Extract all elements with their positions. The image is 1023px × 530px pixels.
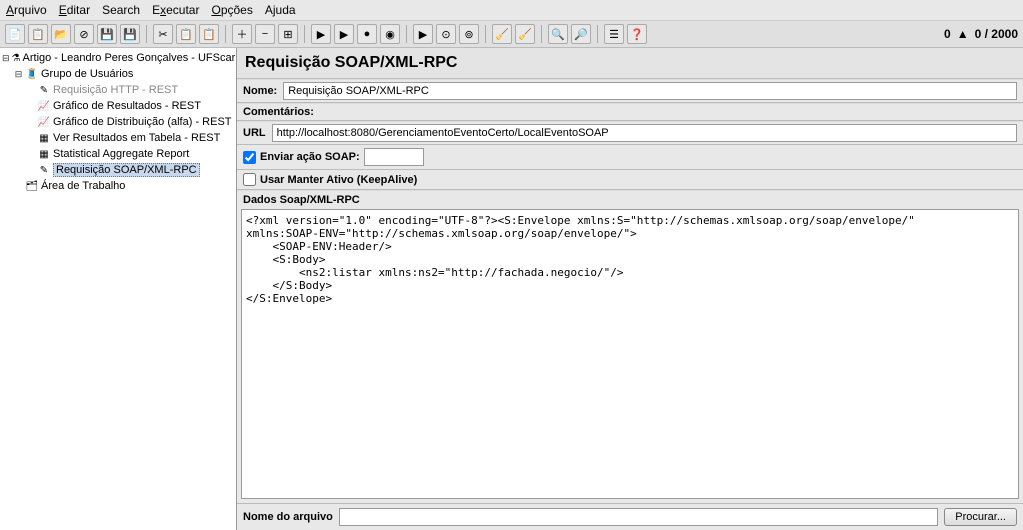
graph-icon: 📈 bbox=[37, 99, 51, 113]
enviar-soap-checkbox[interactable] bbox=[243, 151, 256, 164]
nome-label: Nome: bbox=[243, 85, 277, 97]
tree-panel: ⊟ ⚗ Artigo - Leandro Peres Gonçalves - U… bbox=[0, 48, 237, 530]
tree-grupo[interactable]: ⊟ 🧵 Grupo de Usuários bbox=[2, 66, 234, 82]
menu-search[interactable]: Search bbox=[102, 3, 140, 17]
help-icon[interactable]: ❓ bbox=[627, 24, 647, 44]
collapse-icon[interactable]: − bbox=[255, 24, 275, 44]
remote-stop-icon[interactable]: ⊙ bbox=[436, 24, 456, 44]
start-notimers-icon[interactable]: ▶ bbox=[334, 24, 354, 44]
nome-input[interactable] bbox=[283, 82, 1017, 100]
url-input[interactable] bbox=[272, 124, 1017, 142]
nome-arquivo-input[interactable] bbox=[339, 508, 938, 526]
tree-ver-res[interactable]: · ▦ Ver Resultados em Tabela - REST bbox=[2, 130, 234, 146]
tree-grafico-res[interactable]: · 📈 Gráfico de Resultados - REST bbox=[2, 98, 234, 114]
tree-req-http[interactable]: · ✎ Requisição HTTP - REST bbox=[2, 82, 234, 98]
expand-icon[interactable]: ＋ bbox=[232, 24, 252, 44]
graph-icon: 📈 bbox=[37, 115, 51, 129]
menu-ajuda[interactable]: Ajuda bbox=[265, 3, 296, 17]
toolbar: 📄 📋 📂 ⊘ 💾 💾 ✂ 📋 📋 ＋ − ⊞ ▶ ▶ ● ◉ ▶ ⊙ ⊚ 🧹 … bbox=[0, 20, 1023, 48]
xml-textarea[interactable] bbox=[241, 209, 1019, 499]
soap-action-input[interactable] bbox=[364, 148, 424, 166]
tree-toggle-icon[interactable]: ⊟ bbox=[2, 54, 10, 63]
new-icon[interactable]: 📄 bbox=[5, 24, 25, 44]
remote-start-icon[interactable]: ▶ bbox=[413, 24, 433, 44]
flask-icon: ⚗ bbox=[12, 51, 21, 65]
remote-shutdown-icon[interactable]: ⊚ bbox=[459, 24, 479, 44]
dados-label: Dados Soap/XML-RPC bbox=[237, 190, 1023, 209]
tree-toggle-icon[interactable]: ⊟ bbox=[14, 70, 23, 79]
clear-icon[interactable]: 🧹 bbox=[492, 24, 512, 44]
content-panel: Requisição SOAP/XML-RPC Nome: Comentário… bbox=[237, 48, 1023, 530]
stop-icon[interactable]: ● bbox=[357, 24, 377, 44]
open-icon[interactable]: 📂 bbox=[51, 24, 71, 44]
menu-arquivo[interactable]: Arquivo bbox=[6, 3, 47, 17]
start-icon[interactable]: ▶ bbox=[311, 24, 331, 44]
panel-title: Requisição SOAP/XML-RPC bbox=[237, 48, 1023, 79]
clear-all-icon[interactable]: 🧹 bbox=[515, 24, 535, 44]
search-icon[interactable]: 🔍 bbox=[548, 24, 568, 44]
tree-grafico-dist[interactable]: · 📈 Gráfico de Distribuição (alfa) - RES… bbox=[2, 114, 234, 130]
close-icon[interactable]: ⊘ bbox=[74, 24, 94, 44]
keepalive-checkbox[interactable] bbox=[243, 173, 256, 186]
thread-counter: 0 / 2000 bbox=[975, 27, 1018, 41]
toolbar-status: 0 ▲ 0 / 2000 bbox=[944, 27, 1018, 41]
menu-opcoes[interactable]: Opções bbox=[211, 3, 252, 17]
paste-icon[interactable]: 📋 bbox=[199, 24, 219, 44]
save-icon[interactable]: 💾 bbox=[97, 24, 117, 44]
keepalive-label: Usar Manter Ativo (KeepAlive) bbox=[260, 174, 417, 186]
tree-root[interactable]: ⊟ ⚗ Artigo - Leandro Peres Gonçalves - U… bbox=[2, 50, 234, 66]
workbench-icon: 🗂 bbox=[25, 179, 39, 193]
reset-search-icon[interactable]: 🔎 bbox=[571, 24, 591, 44]
templates-icon[interactable]: 📋 bbox=[28, 24, 48, 44]
error-count: 0 bbox=[944, 27, 951, 41]
sampler-icon: ✎ bbox=[37, 83, 51, 97]
enviar-soap-label: Enviar ação SOAP: bbox=[260, 151, 360, 163]
tree-stat-agg[interactable]: · ▦ Statistical Aggregate Report bbox=[2, 146, 234, 162]
function-helper-icon[interactable]: ☰ bbox=[604, 24, 624, 44]
sampler-icon: ✎ bbox=[37, 163, 51, 177]
tree-req-soap[interactable]: · ✎ Requisição SOAP/XML-RPC bbox=[2, 162, 234, 178]
menu-executar[interactable]: Executar bbox=[152, 3, 199, 17]
url-label: URL bbox=[243, 127, 266, 139]
menubar: Arquivo Editar Search Executar Opções Aj… bbox=[0, 0, 1023, 20]
nome-arquivo-label: Nome do arquivo bbox=[243, 511, 333, 523]
comentarios-label: Comentários: bbox=[243, 106, 314, 118]
copy-icon[interactable]: 📋 bbox=[176, 24, 196, 44]
warning-icon: ▲ bbox=[957, 27, 969, 41]
menu-editar[interactable]: Editar bbox=[59, 3, 90, 17]
report-icon: ▦ bbox=[37, 147, 51, 161]
shutdown-icon[interactable]: ◉ bbox=[380, 24, 400, 44]
saveas-icon[interactable]: 💾 bbox=[120, 24, 140, 44]
thread-group-icon: 🧵 bbox=[25, 67, 39, 81]
cut-icon[interactable]: ✂ bbox=[153, 24, 173, 44]
toggle-icon[interactable]: ⊞ bbox=[278, 24, 298, 44]
table-icon: ▦ bbox=[37, 131, 51, 145]
procurar-button[interactable]: Procurar... bbox=[944, 508, 1017, 526]
tree-area[interactable]: · 🗂 Área de Trabalho bbox=[2, 178, 234, 194]
